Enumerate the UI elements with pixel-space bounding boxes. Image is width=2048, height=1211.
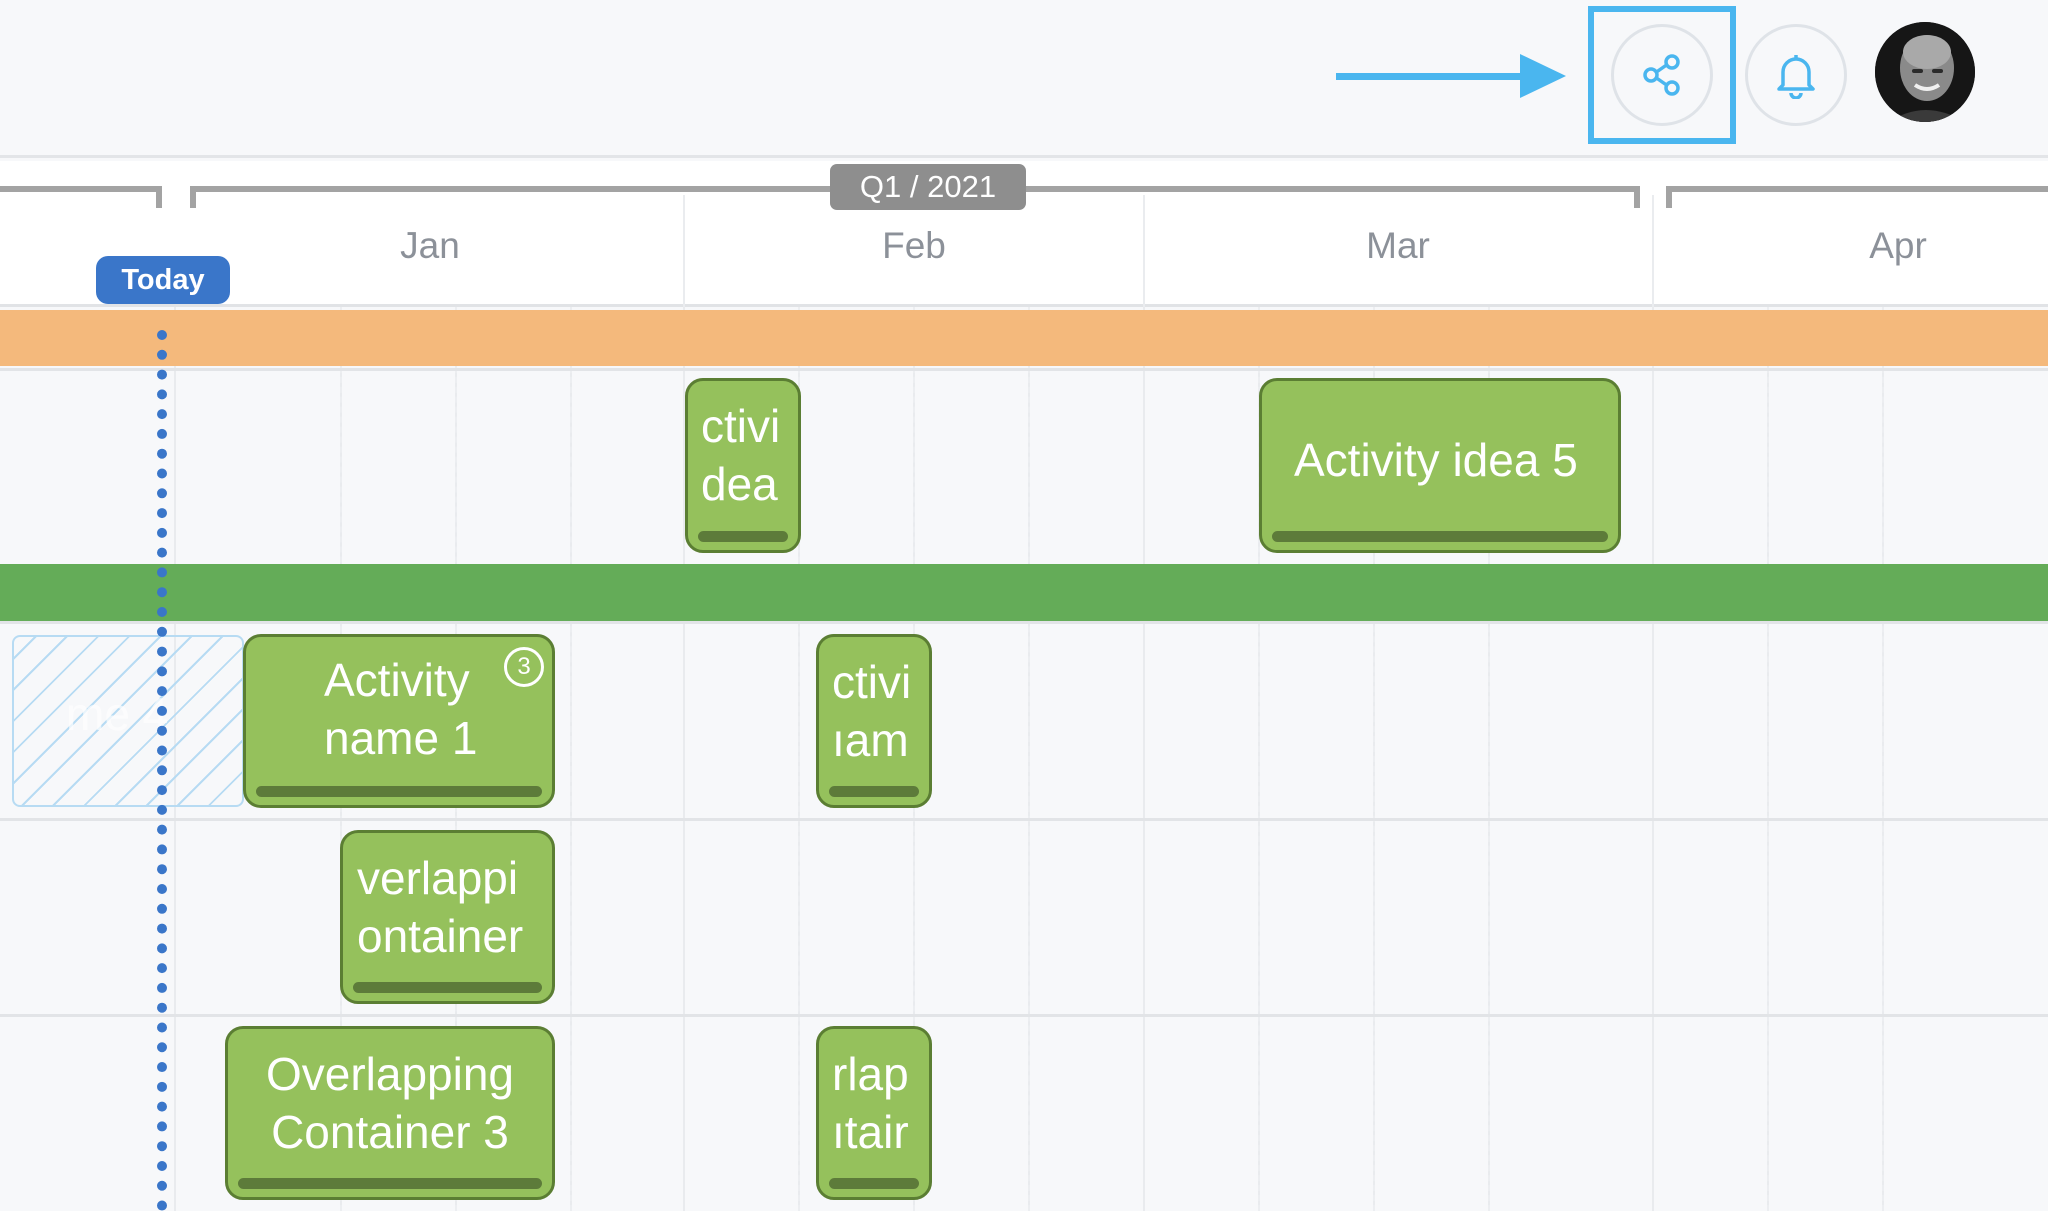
activity-card-overlap-partial[interactable]: rlap ıtair [816,1026,932,1200]
avatar-photo [1875,22,1975,122]
share-button[interactable] [1611,24,1713,126]
swimlane-orange[interactable] [0,310,2048,366]
activity-placeholder[interactable]: me 4 [12,635,244,807]
week-line [1028,307,1030,1211]
activity-progress-bar [1272,531,1608,542]
activity-progress-bar [698,531,788,542]
activity-card-idea-5[interactable]: Activity idea 5 [1259,378,1621,553]
activity-title: rlap ıtair [832,1048,909,1158]
grid-line [1143,307,1145,1211]
row-separator [0,1014,2048,1017]
top-bar [0,0,2048,158]
activity-count-badge: 3 [504,647,544,687]
month-divider [1652,195,1654,307]
month-divider [1143,195,1145,307]
activity-card-name-partial[interactable]: ctivi ıam [816,634,932,808]
row-separator [0,368,2048,371]
month-label-mar: Mar [1366,225,1430,266]
activity-title: Overlapping Container 3 [265,1048,515,1158]
activity-progress-bar [829,786,919,797]
month-label-feb: Feb [882,225,946,266]
activity-progress-bar [353,982,542,993]
activity-title: Activity idea 5 [1294,434,1578,486]
activity-title: ctivi dea [701,400,781,510]
row-separator [0,818,2048,821]
today-line [157,330,167,1211]
user-avatar[interactable] [1875,22,1975,122]
bell-icon [1777,55,1815,99]
month-divider [683,195,685,307]
placeholder-title: me 4 [66,688,169,740]
activity-progress-bar [829,1178,919,1189]
activity-card-overlapping-2[interactable]: verlappi ontainer [340,830,555,1004]
week-line [1767,307,1769,1211]
grid-line [1652,307,1654,1211]
share-icon [1643,54,1680,96]
swimlane-green[interactable] [0,564,2048,621]
month-label-apr: Apr [1869,225,1927,266]
activity-title: ctivi ıam [832,656,912,766]
pointer-arrow-head [1520,54,1566,98]
activity-title: verlappi ontainer [357,852,524,962]
week-line [570,307,572,1211]
activity-progress-bar [256,786,542,797]
next-quarter-bracket [1666,186,2048,208]
pointer-arrow-shaft [1336,73,1526,80]
activity-card-overlapping-3[interactable]: Overlapping Container 3 [225,1026,555,1200]
today-badge[interactable]: Today [96,256,230,304]
row-separator [0,621,2048,624]
quarter-label: Q1 / 2021 [830,164,1026,210]
week-line [1882,307,1884,1211]
previous-quarter-bracket [0,186,162,208]
activity-progress-bar [238,1178,542,1189]
activity-card-idea-partial[interactable]: ctivi dea [685,378,801,553]
activity-card-name-1[interactable]: Activity name 1 3 [243,634,555,808]
activity-title: Activity name 1 [324,654,478,764]
notifications-button[interactable] [1745,24,1847,126]
month-label-jan: Jan [400,225,460,266]
